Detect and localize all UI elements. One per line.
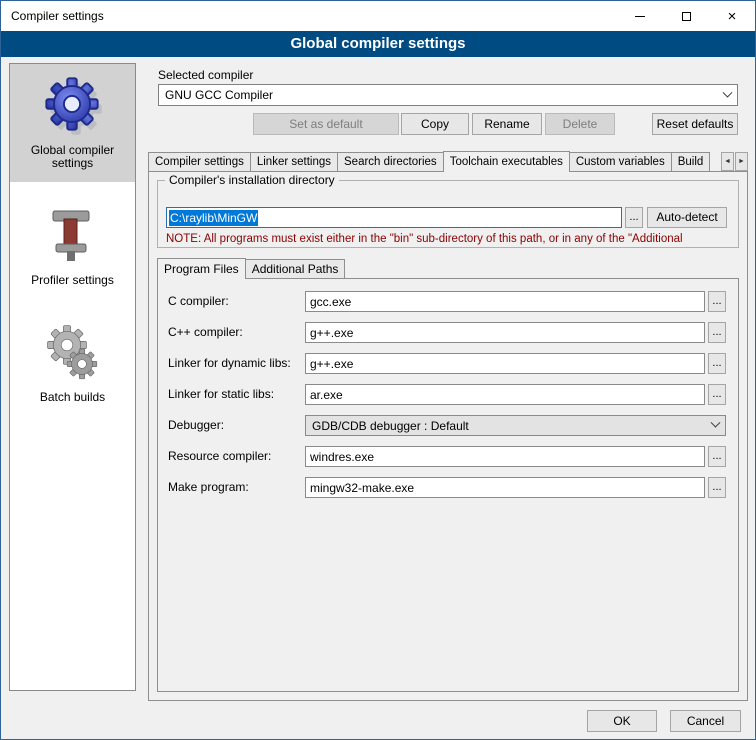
sub-tab-strip: Program Files Additional Paths <box>157 258 557 279</box>
debugger-combobox[interactable]: GDB/CDB debugger : Default <box>305 415 726 436</box>
tab-scroll-right-button[interactable]: ► <box>735 152 748 171</box>
c-compiler-input[interactable] <box>305 291 705 312</box>
global-compiler-gear-icon <box>41 74 105 138</box>
installation-directory-group-title: Compiler's installation directory <box>165 173 339 187</box>
minimize-icon <box>635 16 645 17</box>
chevron-down-icon <box>711 418 721 428</box>
installation-directory-group: Compiler's installation directory C:\ray… <box>157 180 739 248</box>
subtab-program-files[interactable]: Program Files <box>157 258 246 279</box>
sidebar-item-global-compiler-settings[interactable]: Global compiler settings <box>10 64 135 182</box>
cpp-compiler-input[interactable] <box>305 322 705 343</box>
debugger-label: Debugger: <box>168 415 224 436</box>
compiler-settings-dialog: { "window": { "title": "Compiler setting… <box>0 0 756 740</box>
tab-custom-variables[interactable]: Custom variables <box>569 152 672 172</box>
make-program-label: Make program: <box>168 477 249 498</box>
c-compiler-browse-button[interactable]: ... <box>708 291 726 312</box>
linker-dynamic-input[interactable] <box>305 353 705 374</box>
close-icon: × <box>728 9 737 24</box>
debugger-value: GDB/CDB debugger : Default <box>312 419 469 433</box>
batch-builds-gears-icon <box>41 321 105 385</box>
linker-static-input[interactable] <box>305 384 705 405</box>
selected-compiler-value: GNU GCC Compiler <box>165 88 273 102</box>
resource-compiler-browse-button[interactable]: ... <box>708 446 726 467</box>
cancel-button[interactable]: Cancel <box>670 710 741 732</box>
sidebar-item-label: Global compiler settings <box>12 144 133 170</box>
delete-button: Delete <box>545 113 615 135</box>
dialog-banner: Global compiler settings <box>1 31 755 57</box>
sidebar-item-label: Profiler settings <box>31 274 114 287</box>
reset-defaults-button[interactable]: Reset defaults <box>652 113 738 135</box>
maximize-icon <box>682 12 691 21</box>
maximize-button[interactable] <box>663 1 709 31</box>
tab-toolchain-executables[interactable]: Toolchain executables <box>443 151 570 172</box>
linker-dynamic-label: Linker for dynamic libs: <box>168 353 291 374</box>
linker-static-label: Linker for static libs: <box>168 384 274 405</box>
scroll-right-icon: ► <box>738 158 745 165</box>
install-dir-input[interactable]: C:\raylib\MinGW <box>166 207 622 228</box>
window-controls: × <box>617 1 755 31</box>
tab-compiler-settings[interactable]: Compiler settings <box>148 152 251 172</box>
make-program-input[interactable] <box>305 477 705 498</box>
make-program-browse-button[interactable]: ... <box>708 477 726 498</box>
tab-scroll-left-button[interactable]: ◄ <box>721 152 734 171</box>
title-bar[interactable]: Compiler settings × <box>1 1 755 31</box>
category-list: Global compiler settings Profiler settin… <box>9 63 136 691</box>
tab-search-directories[interactable]: Search directories <box>337 152 444 172</box>
minimize-button[interactable] <box>617 1 663 31</box>
copy-button[interactable]: Copy <box>401 113 469 135</box>
install-dir-browse-button[interactable]: ... <box>625 207 643 228</box>
set-as-default-button: Set as default <box>253 113 399 135</box>
linker-dynamic-browse-button[interactable]: ... <box>708 353 726 374</box>
window-title: Compiler settings <box>11 9 104 23</box>
sidebar-item-label: Batch builds <box>40 391 105 404</box>
cpp-compiler-label: C++ compiler: <box>168 322 243 343</box>
subtab-additional-paths[interactable]: Additional Paths <box>245 259 346 279</box>
resource-compiler-input[interactable] <box>305 446 705 467</box>
install-dir-selected-text: C:\raylib\MinGW <box>169 210 258 226</box>
close-button[interactable]: × <box>709 1 755 31</box>
cpp-compiler-browse-button[interactable]: ... <box>708 322 726 343</box>
rename-button[interactable]: Rename <box>472 113 542 135</box>
c-compiler-label: C compiler: <box>168 291 229 312</box>
profiler-tool-icon <box>41 204 105 268</box>
sidebar-item-profiler-settings[interactable]: Profiler settings <box>10 182 135 299</box>
tab-build[interactable]: Build <box>671 152 711 172</box>
selected-compiler-label: Selected compiler <box>158 65 253 86</box>
selected-compiler-combobox[interactable]: GNU GCC Compiler <box>158 84 738 106</box>
scroll-left-icon: ◄ <box>724 158 731 165</box>
tab-linker-settings[interactable]: Linker settings <box>250 152 338 172</box>
ok-button[interactable]: OK <box>587 710 657 732</box>
linker-static-browse-button[interactable]: ... <box>708 384 726 405</box>
tab-strip: Compiler settings Linker settings Search… <box>148 151 718 172</box>
program-files-panel: C compiler: ... C++ compiler: ... Linker… <box>157 278 739 692</box>
resource-compiler-label: Resource compiler: <box>168 446 271 467</box>
chevron-down-icon <box>723 87 733 97</box>
sidebar-item-batch-builds[interactable]: Batch builds <box>10 299 135 416</box>
note-text: NOTE: All programs must exist either in … <box>166 233 736 245</box>
auto-detect-button[interactable]: Auto-detect <box>647 207 727 228</box>
